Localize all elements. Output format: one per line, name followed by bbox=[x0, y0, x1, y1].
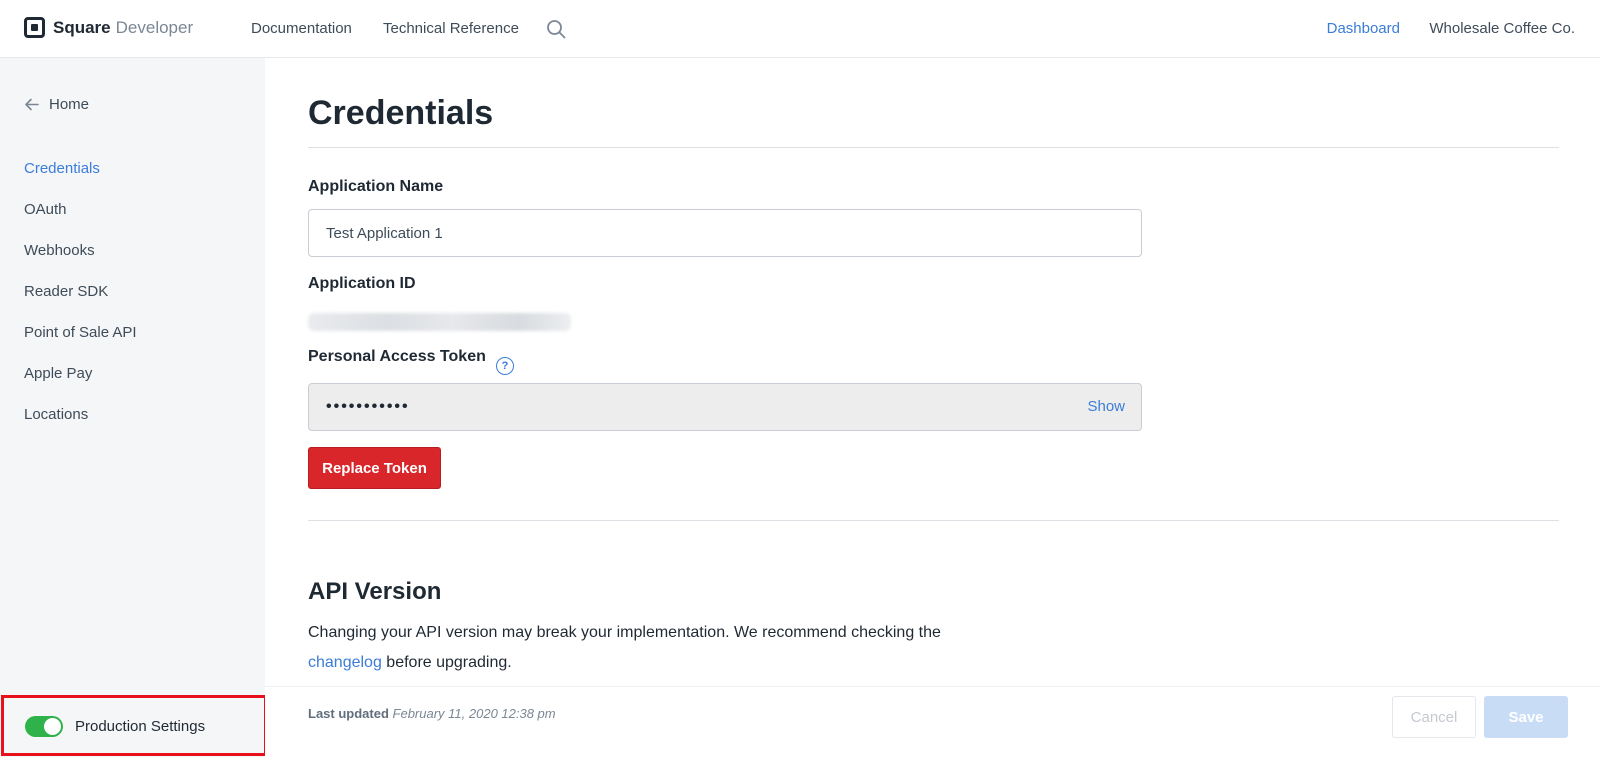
title-divider bbox=[308, 147, 1559, 148]
api-version-description: Changing your API version may break your… bbox=[308, 618, 1028, 678]
help-icon[interactable]: ? bbox=[496, 357, 514, 375]
production-settings-toggle[interactable] bbox=[25, 716, 63, 737]
last-updated-label: Last updated bbox=[308, 706, 389, 721]
personal-access-token-field[interactable]: ••••••••••• Show bbox=[308, 383, 1142, 431]
application-id-redacted bbox=[308, 313, 571, 331]
production-settings-label: Production Settings bbox=[75, 718, 206, 735]
square-logo-icon bbox=[24, 17, 45, 38]
bottom-action-bar: Last updated February 11, 2020 12:38 pm … bbox=[265, 686, 1600, 757]
sidebar-item-oauth[interactable]: OAuth bbox=[24, 201, 67, 218]
sidebar-home-link[interactable]: Home bbox=[24, 96, 89, 113]
show-token-button[interactable]: Show bbox=[1087, 398, 1125, 415]
square-developer-logo[interactable]: Square Developer bbox=[24, 17, 193, 38]
main-content: Credentials Application Name Test Applic… bbox=[265, 58, 1600, 757]
application-name-value: Test Application 1 bbox=[326, 224, 443, 242]
replace-token-button[interactable]: Replace Token bbox=[308, 447, 441, 489]
cancel-button[interactable]: Cancel bbox=[1392, 696, 1476, 738]
token-masked-value: ••••••••••• bbox=[326, 398, 410, 415]
brand-name: Square bbox=[53, 17, 111, 37]
sidebar-item-point-of-sale-api[interactable]: Point of Sale API bbox=[24, 324, 137, 341]
brand-suffix: Developer bbox=[115, 17, 194, 37]
nav-documentation[interactable]: Documentation bbox=[251, 20, 352, 37]
application-name-label: Application Name bbox=[308, 178, 444, 195]
sidebar: Home Credentials OAuth Webhooks Reader S… bbox=[0, 58, 265, 757]
sidebar-home-label: Home bbox=[49, 96, 90, 113]
account-menu[interactable]: Wholesale Coffee Co. bbox=[1429, 20, 1575, 37]
last-updated: Last updated February 11, 2020 12:38 pm bbox=[308, 706, 556, 721]
toggle-knob bbox=[44, 718, 61, 735]
changelog-link[interactable]: changelog bbox=[308, 654, 382, 671]
application-name-input[interactable]: Test Application 1 bbox=[308, 209, 1142, 257]
personal-access-token-label: Personal Access Token bbox=[308, 348, 486, 365]
api-version-text-2: before upgrading. bbox=[386, 654, 512, 671]
sidebar-item-reader-sdk[interactable]: Reader SDK bbox=[24, 283, 108, 300]
section-divider bbox=[308, 520, 1559, 521]
api-version-title: API Version bbox=[308, 578, 442, 605]
nav-technical-reference[interactable]: Technical Reference bbox=[383, 20, 519, 37]
nav-dashboard[interactable]: Dashboard bbox=[1327, 20, 1400, 37]
page-title: Credentials bbox=[308, 94, 494, 132]
last-updated-value: February 11, 2020 12:38 pm bbox=[392, 706, 556, 721]
sidebar-item-credentials[interactable]: Credentials bbox=[24, 160, 100, 177]
sidebar-item-webhooks[interactable]: Webhooks bbox=[24, 242, 95, 259]
production-settings-highlight: Production Settings bbox=[1, 695, 267, 756]
save-button[interactable]: Save bbox=[1484, 696, 1568, 738]
api-version-text-1: Changing your API version may break your… bbox=[308, 624, 941, 641]
sidebar-item-locations[interactable]: Locations bbox=[24, 406, 88, 423]
sidebar-item-apple-pay[interactable]: Apple Pay bbox=[24, 365, 92, 382]
application-id-label: Application ID bbox=[308, 275, 416, 292]
arrow-left-icon bbox=[25, 98, 39, 111]
top-navigation-bar: Square Developer Documentation Technical… bbox=[0, 0, 1600, 58]
search-icon[interactable] bbox=[546, 19, 566, 39]
